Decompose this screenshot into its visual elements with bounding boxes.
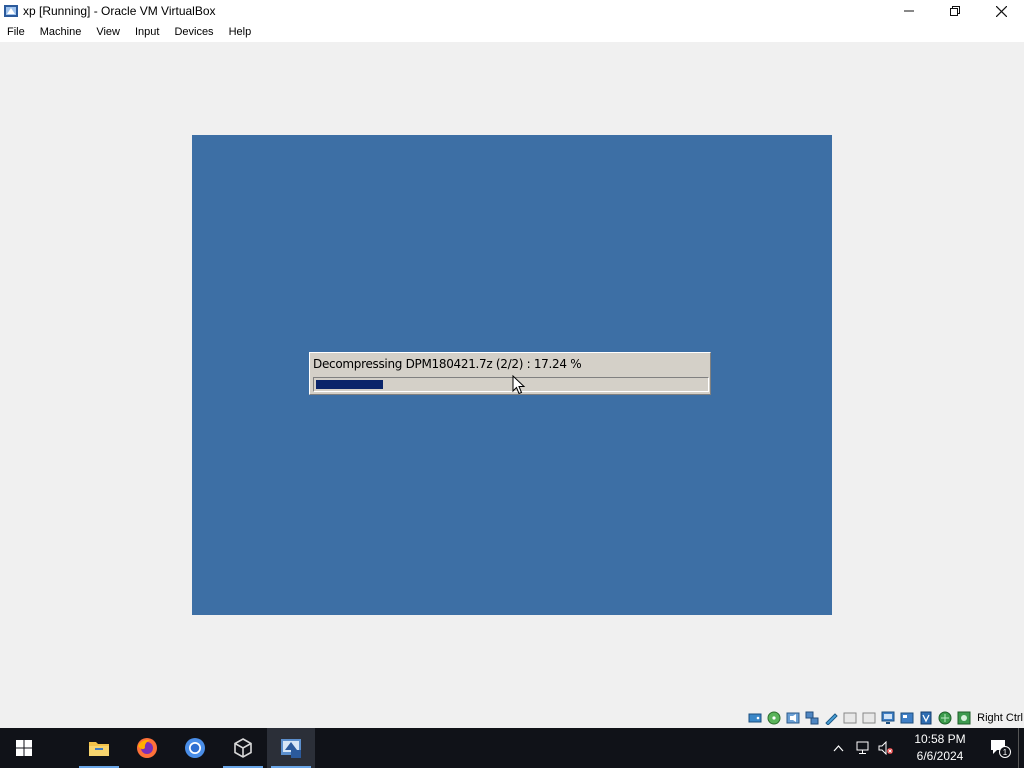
close-button[interactable] bbox=[978, 0, 1024, 22]
restore-button[interactable] bbox=[932, 0, 978, 22]
restore-icon bbox=[950, 6, 960, 16]
clock-time: 10:58 PM bbox=[914, 732, 966, 746]
decompress-progress-dialog: Decompressing DPM180421.7z (2/2) : 17.24… bbox=[309, 352, 711, 395]
close-icon bbox=[995, 5, 1007, 17]
clock[interactable]: 10:58 PM 6/6/2024 bbox=[904, 731, 976, 765]
network-icon[interactable] bbox=[804, 710, 820, 726]
show-hidden-icons-button[interactable] bbox=[826, 728, 850, 768]
firefox-icon bbox=[137, 738, 157, 758]
menu-input[interactable]: Input bbox=[128, 26, 167, 38]
file-explorer-icon bbox=[89, 742, 109, 756]
usb-icon[interactable] bbox=[823, 710, 839, 726]
notification-count: 1 bbox=[1003, 748, 1008, 757]
taskbar-virtualbox-vm-xp[interactable] bbox=[267, 728, 315, 768]
volume-muted-icon bbox=[878, 741, 893, 755]
network-status-icon bbox=[856, 741, 869, 754]
virtualbox-app-icon bbox=[4, 5, 18, 17]
window-controls bbox=[886, 0, 1024, 22]
taskbar-chrome[interactable] bbox=[171, 728, 219, 768]
status-icons bbox=[744, 710, 972, 726]
menu-machine[interactable]: Machine bbox=[33, 26, 90, 38]
progress-bar bbox=[313, 377, 709, 392]
show-desktop-button[interactable] bbox=[1018, 728, 1024, 768]
mouse-pointer-icon bbox=[512, 375, 526, 395]
virtualbox-vm-icon bbox=[281, 739, 301, 758]
recording-icon[interactable] bbox=[899, 710, 915, 726]
title-bar: xp [Running] - Oracle VM VirtualBox bbox=[0, 0, 1024, 22]
taskbar-virtualbox-manager[interactable] bbox=[219, 728, 267, 768]
cpu-icon[interactable] bbox=[918, 710, 934, 726]
virtualbox-manager-icon bbox=[234, 738, 252, 758]
minimize-icon bbox=[904, 10, 914, 12]
menu-help[interactable]: Help bbox=[222, 26, 260, 38]
notification-icon: 1 bbox=[991, 740, 1011, 758]
menu-view[interactable]: View bbox=[89, 26, 128, 38]
network-status-button[interactable] bbox=[850, 728, 874, 768]
chevron-up-icon bbox=[833, 744, 843, 751]
keyboard-icon[interactable] bbox=[956, 710, 972, 726]
menu-bar: File Machine View Input Devices Help bbox=[0, 22, 1024, 42]
vm-display-area: Decompressing DPM180421.7z (2/2) : 17.24… bbox=[0, 42, 1024, 707]
taskbar-firefox[interactable] bbox=[123, 728, 171, 768]
display-icon[interactable] bbox=[861, 710, 877, 726]
vm-screen[interactable]: Decompressing DPM180421.7z (2/2) : 17.24… bbox=[192, 135, 832, 615]
chrome-icon bbox=[185, 738, 205, 758]
window-title: xp [Running] - Oracle VM VirtualBox bbox=[23, 4, 216, 18]
minimize-button[interactable] bbox=[886, 0, 932, 22]
optical-drive-icon[interactable] bbox=[766, 710, 782, 726]
menu-file[interactable]: File bbox=[0, 26, 33, 38]
mouse-integration-icon[interactable] bbox=[937, 710, 953, 726]
shared-folders-icon[interactable] bbox=[842, 710, 858, 726]
taskbar-file-explorer[interactable] bbox=[75, 728, 123, 768]
start-button[interactable] bbox=[0, 728, 48, 768]
menu-devices[interactable]: Devices bbox=[167, 26, 221, 38]
progress-status-text: Decompressing DPM180421.7z (2/2) : 17.24… bbox=[313, 357, 582, 371]
hard-disk-icon[interactable] bbox=[747, 710, 763, 726]
system-tray: 10:58 PM 6/6/2024 1 bbox=[826, 728, 1024, 768]
windows-taskbar: 10:58 PM 6/6/2024 1 bbox=[0, 728, 1024, 768]
host-key-label[interactable]: Right Ctrl bbox=[977, 712, 1023, 724]
video-capture-icon[interactable] bbox=[880, 710, 896, 726]
audio-icon[interactable] bbox=[785, 710, 801, 726]
start-icon bbox=[16, 740, 32, 756]
action-center-button[interactable]: 1 bbox=[982, 728, 1018, 768]
vm-status-bar: Right Ctrl bbox=[0, 707, 1024, 728]
volume-button[interactable] bbox=[874, 728, 898, 768]
progress-bar-fill bbox=[316, 380, 383, 389]
clock-date: 6/6/2024 bbox=[916, 749, 964, 763]
